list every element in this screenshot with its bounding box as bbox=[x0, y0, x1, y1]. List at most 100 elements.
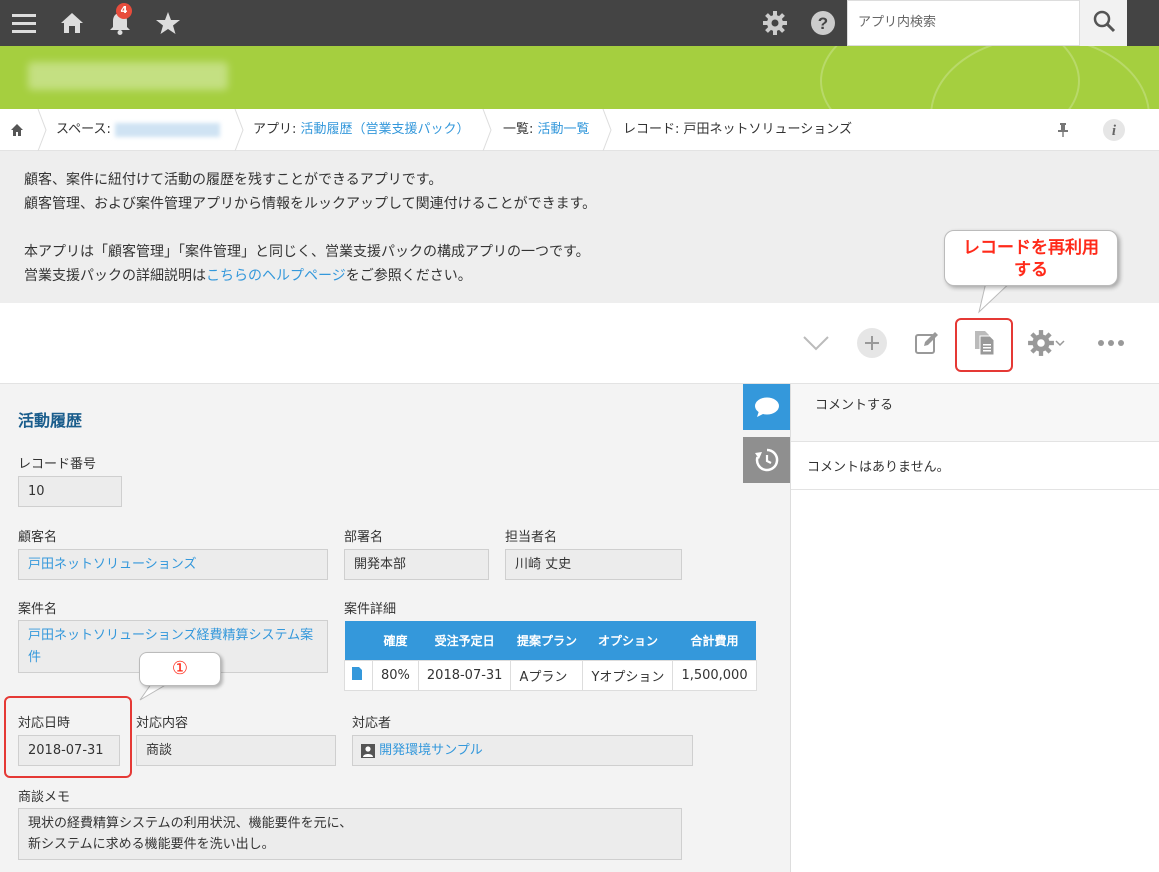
table-row: 80% 2018-07-31 Aプラン Yオプション 1,500,000 bbox=[344, 659, 757, 691]
notification-badge: 4 bbox=[116, 3, 132, 19]
record-detail: 活動履歴 レコード番号 10 顧客名 戸田ネットソリューションズ 部署名 開発本… bbox=[0, 384, 790, 872]
history-tab[interactable] bbox=[743, 437, 790, 483]
table-cell: 80% bbox=[372, 659, 419, 691]
table-header-cell: 確度 bbox=[372, 621, 419, 660]
breadcrumb-space[interactable]: スペース: bbox=[56, 109, 220, 151]
breadcrumb-separator bbox=[482, 109, 492, 151]
breadcrumb-space-label: スペース: bbox=[56, 122, 111, 137]
breadcrumb-home[interactable] bbox=[10, 109, 24, 151]
home-icon bbox=[11, 123, 23, 136]
table-cell: 2018-07-31 bbox=[417, 659, 512, 691]
svg-text:?: ? bbox=[818, 14, 828, 33]
table-header-cell: 提案プラン bbox=[510, 621, 583, 660]
memo-value: 現状の経費精算システムの利用状況、機能要件を元に、 新システムに求める機能要件を… bbox=[18, 808, 682, 860]
home-icon[interactable] bbox=[56, 7, 88, 39]
comment-tab[interactable] bbox=[743, 384, 790, 430]
reuse-record-callout: レコードを再利用 する bbox=[944, 230, 1118, 286]
breadcrumb-space-name-blurred bbox=[114, 122, 220, 137]
edit-icon bbox=[915, 332, 938, 354]
table-header-cell: オプション bbox=[582, 621, 673, 660]
breadcrumb-record: レコード: 戸田ネットソリューションズ bbox=[623, 109, 852, 151]
table-cell[interactable] bbox=[344, 659, 373, 691]
description-line: 顧客管理、および案件管理アプリから情報をルックアップして関連付けることができます… bbox=[24, 196, 597, 212]
field-label: 案件名 bbox=[18, 602, 58, 617]
breadcrumb-separator bbox=[37, 109, 47, 151]
highlight-frame bbox=[955, 318, 1013, 372]
table-cell: Yオプション bbox=[582, 659, 674, 691]
memo-line: 現状の経費精算システムの利用状況、機能要件を元に、 bbox=[28, 816, 353, 831]
customer-link[interactable]: 戸田ネットソリューションズ bbox=[18, 549, 328, 580]
table-header-cell: 合計費用 bbox=[672, 621, 757, 660]
highlight-frame bbox=[4, 696, 132, 778]
star-icon[interactable] bbox=[152, 7, 184, 39]
callout-text: レコードを再利用 bbox=[963, 238, 1099, 258]
table-header-cell: 受注予定日 bbox=[418, 621, 511, 660]
breadcrumb-list-prefix: 一覧: bbox=[503, 122, 534, 137]
breadcrumb: スペース: アプリ: 活動履歴（営業支援パック） 一覧: 活動一覧 レコード: … bbox=[0, 109, 1159, 151]
field-label: 案件詳細 bbox=[344, 602, 397, 617]
table-cell: Aプラン bbox=[510, 659, 584, 691]
field-label: 顧客名 bbox=[18, 530, 58, 545]
space-banner bbox=[0, 46, 1159, 109]
plus-icon bbox=[857, 328, 887, 358]
record-title: 活動履歴 bbox=[18, 411, 83, 430]
field-label: 担当者名 bbox=[505, 530, 558, 545]
info-icon[interactable]: i bbox=[1102, 109, 1126, 151]
field-label: 対応者 bbox=[352, 716, 392, 731]
field-label: 部署名 bbox=[344, 530, 384, 545]
table-cell: 1,500,000 bbox=[672, 659, 757, 691]
chevron-down-icon[interactable] bbox=[798, 325, 834, 361]
handler-field: 開発環境サンプル bbox=[352, 735, 693, 766]
handler-link[interactable]: 開発環境サンプル bbox=[379, 743, 483, 758]
help-icon[interactable]: ? bbox=[807, 7, 839, 39]
more-options-button[interactable] bbox=[1093, 325, 1129, 361]
search-icon bbox=[1092, 9, 1116, 37]
breadcrumb-record-name: 戸田ネットソリューションズ bbox=[683, 122, 853, 137]
gear-icon[interactable] bbox=[759, 7, 791, 39]
breadcrumb-app-prefix: アプリ: bbox=[253, 122, 297, 137]
space-name-blurred bbox=[28, 62, 228, 90]
pin-icon[interactable] bbox=[1056, 109, 1070, 151]
topbar-edge bbox=[1127, 0, 1159, 46]
edit-record-button[interactable] bbox=[909, 325, 945, 361]
description-line: 顧客、案件に紐付けて活動の履歴を残すことができるアプリです。 bbox=[24, 172, 443, 188]
table-header-row: 確度 受注予定日 提案プラン オプション 合計費用 bbox=[344, 621, 757, 660]
no-comments-message: コメントはありません。 bbox=[791, 442, 1159, 490]
contact-person-value: 川崎 丈史 bbox=[505, 549, 682, 580]
memo-line: 新システムに求める機能要件を洗い出し。 bbox=[28, 837, 275, 852]
top-bar: 4 ? アプリ内検索 bbox=[0, 0, 1159, 46]
field-label: レコード番号 bbox=[18, 457, 97, 472]
table-header-cell bbox=[344, 621, 373, 660]
breadcrumb-list-link[interactable]: 活動一覧 bbox=[538, 122, 590, 137]
document-icon[interactable] bbox=[351, 666, 363, 681]
breadcrumb-record-prefix: レコード: bbox=[623, 122, 680, 137]
breadcrumb-app[interactable]: アプリ: 活動履歴（営業支援パック） bbox=[253, 109, 470, 151]
history-icon bbox=[754, 448, 778, 472]
breadcrumb-separator bbox=[234, 109, 244, 151]
comment-input[interactable]: コメントする bbox=[791, 384, 1159, 442]
search-input[interactable]: アプリ内検索 bbox=[847, 0, 1080, 46]
breadcrumb-app-link[interactable]: 活動履歴（営業支援パック） bbox=[301, 122, 470, 137]
settings-menu-button[interactable] bbox=[1020, 325, 1072, 361]
ellipsis-icon bbox=[1098, 340, 1124, 346]
menu-icon[interactable] bbox=[8, 7, 40, 39]
user-icon bbox=[361, 743, 375, 758]
comment-panel: コメントする コメントはありません。 bbox=[790, 384, 1159, 872]
record-number-value: 10 bbox=[18, 476, 122, 507]
field-label: 商談メモ bbox=[18, 790, 71, 805]
breadcrumb-separator bbox=[602, 109, 612, 151]
add-record-button[interactable] bbox=[854, 325, 890, 361]
field-label: 対応内容 bbox=[136, 716, 189, 731]
step-marker-callout: ① bbox=[139, 652, 221, 686]
caret-down-icon bbox=[1055, 340, 1065, 347]
department-value: 開発本部 bbox=[344, 549, 489, 580]
speech-bubble-icon bbox=[754, 397, 779, 417]
search-button[interactable] bbox=[1080, 0, 1127, 46]
breadcrumb-list[interactable]: 一覧: 活動一覧 bbox=[503, 109, 590, 151]
gear-icon bbox=[1028, 330, 1054, 356]
help-page-link[interactable]: こちらのヘルプページ bbox=[206, 268, 346, 284]
callout-text: する bbox=[1014, 260, 1048, 280]
description-text: をご参照ください。 bbox=[345, 268, 472, 284]
deal-detail-table: 確度 受注予定日 提案プラン オプション 合計費用 80% 2018-07-31… bbox=[344, 621, 757, 691]
description-text: 営業支援パックの詳細説明は bbox=[24, 268, 206, 284]
